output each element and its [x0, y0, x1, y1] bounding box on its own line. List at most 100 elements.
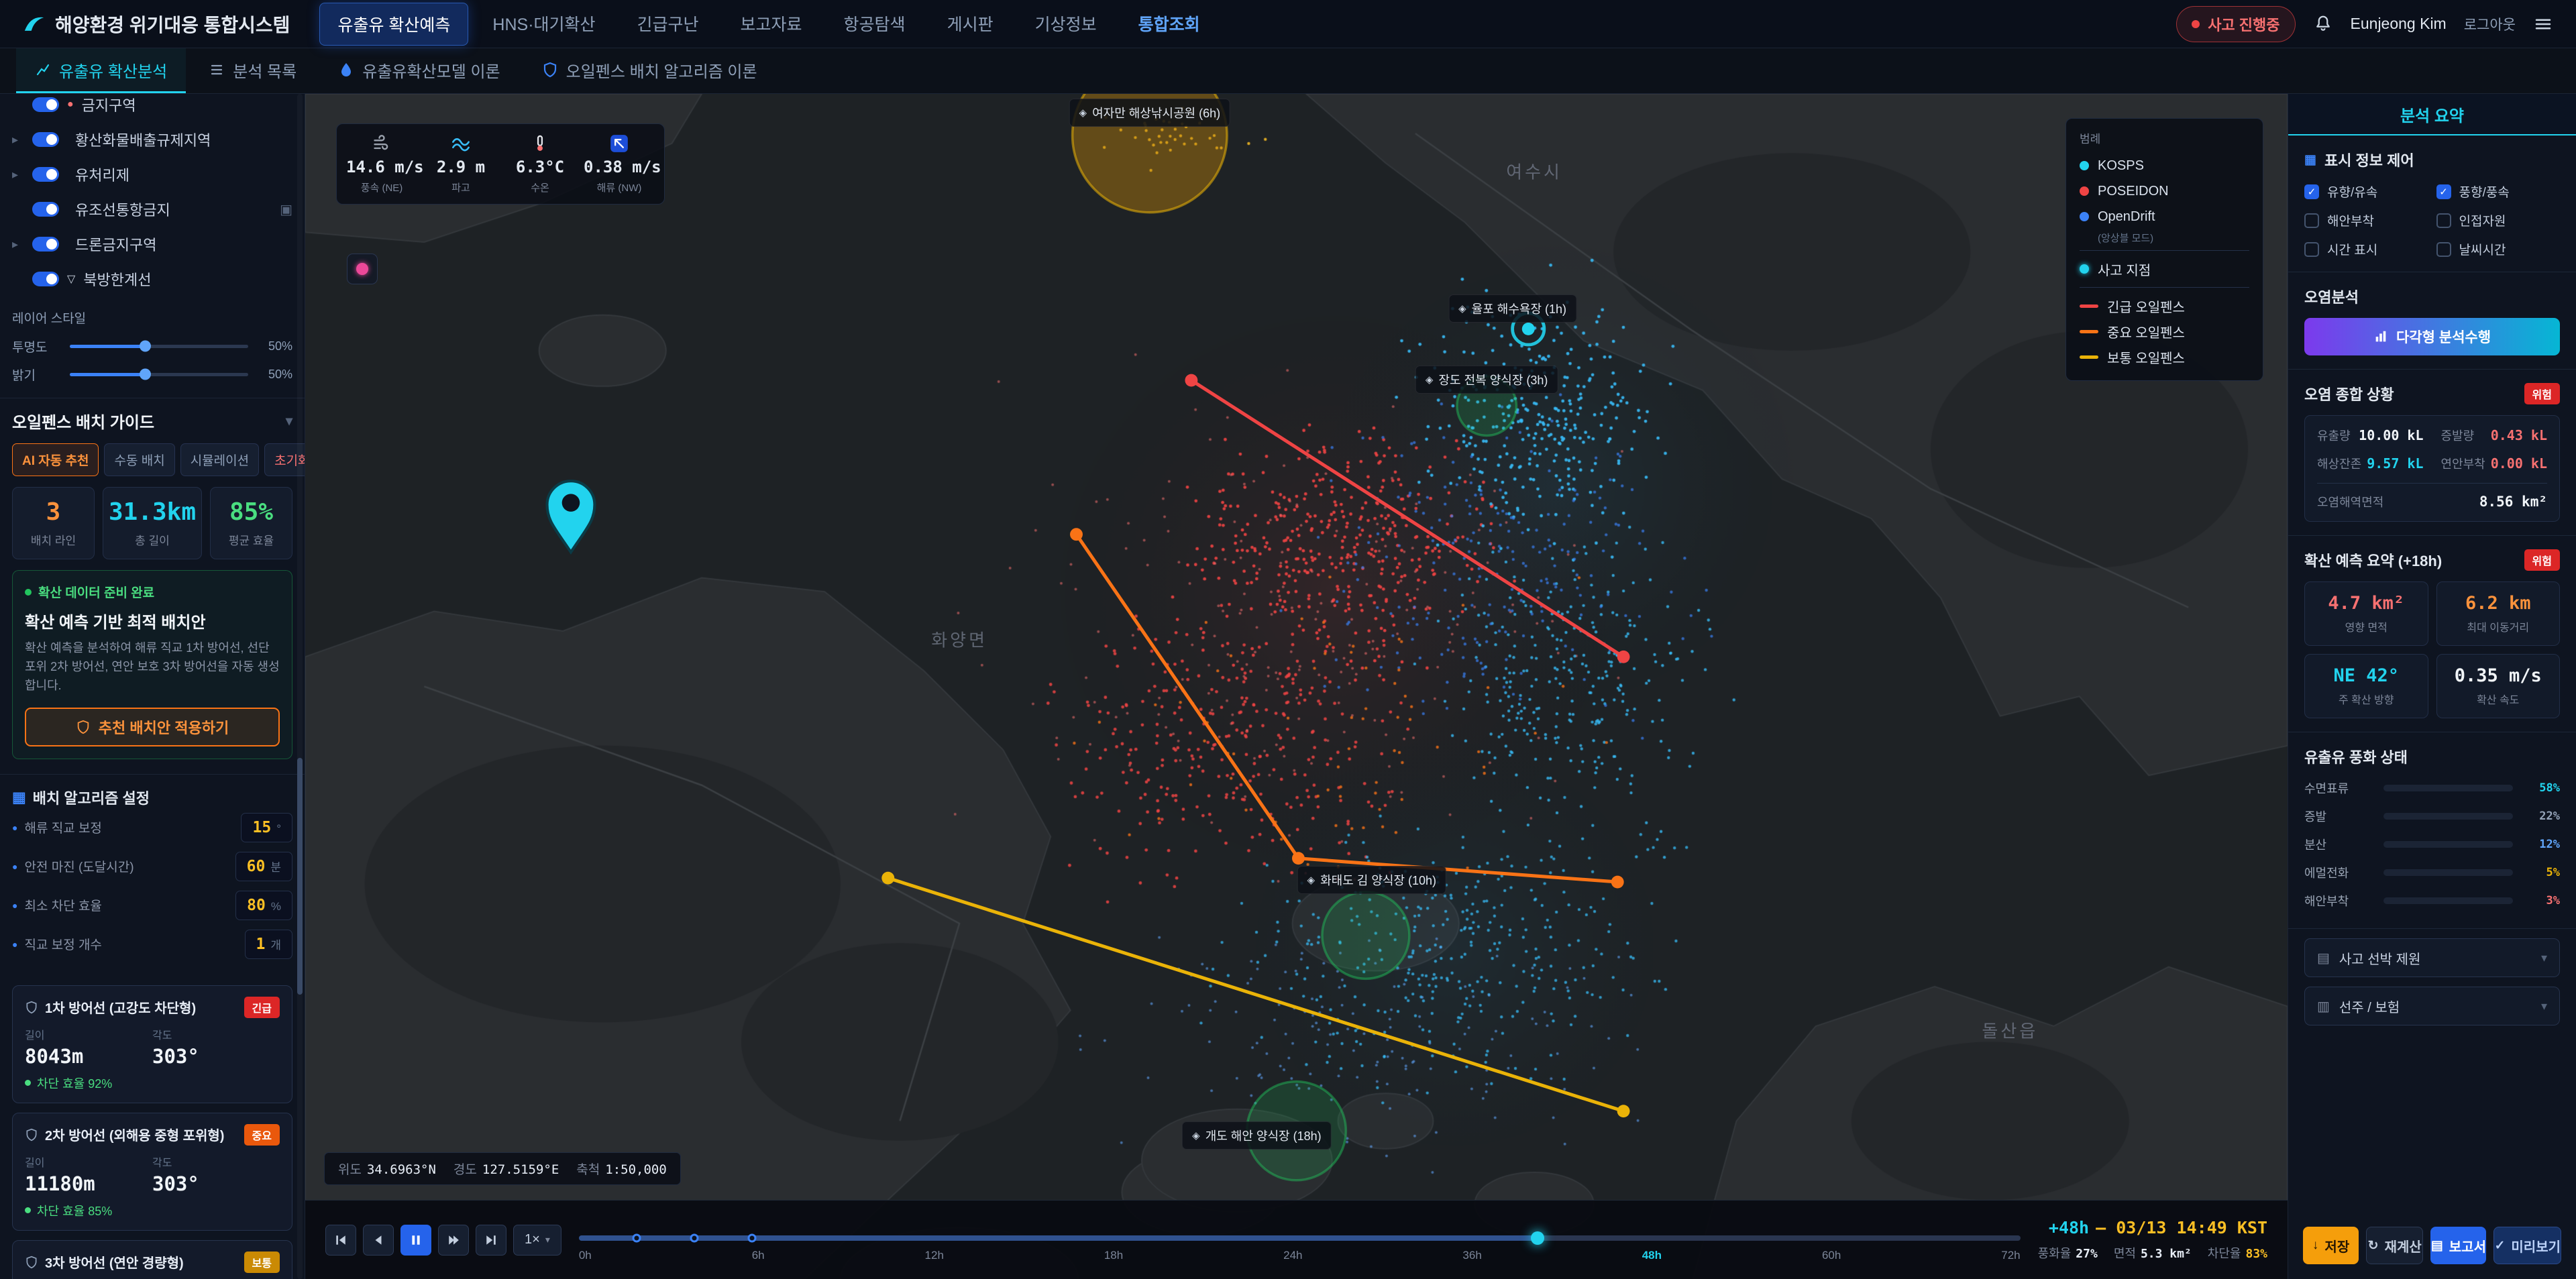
timeline-event-marker[interactable]: [747, 1233, 756, 1242]
main-menu-item[interactable]: 게시판: [930, 3, 1011, 46]
layer-tree-row[interactable]: ▽ 북방한계선: [0, 262, 305, 296]
model-dot-icon: [2080, 161, 2089, 170]
action-button[interactable]: ↻ 재계산: [2366, 1227, 2423, 1264]
guide-stat-card: 31.3km 총 길이: [103, 487, 202, 559]
vessel-specs-section[interactable]: ▤ 사고 선박 제원 ▾: [2304, 938, 2560, 977]
layer-tree-row[interactable]: ▸ 드론금지구역: [0, 227, 305, 262]
map-poi-marker[interactable]: ◈ 율포 해수욕장 (1h): [1448, 294, 1576, 323]
map-poi-marker[interactable]: ◈ 화태도 김 양식장 (10h): [1297, 866, 1447, 894]
algo-value-stepper[interactable]: 1개: [245, 930, 293, 959]
display-option-checkbox[interactable]: ✓ 날씨시간: [2436, 240, 2561, 258]
slider-track[interactable]: [70, 373, 248, 376]
guide-mode-tab[interactable]: AI 자동 추천: [12, 443, 99, 476]
action-icon: ↓: [2312, 1238, 2319, 1253]
action-button[interactable]: ▤ 보고서: [2430, 1227, 2486, 1264]
timeline-knob[interactable]: [1531, 1231, 1544, 1245]
display-option-checkbox[interactable]: ✓ 인접자원: [2436, 211, 2561, 229]
timeline-event-marker[interactable]: [690, 1233, 698, 1242]
chevron-down-icon[interactable]: ▾: [286, 412, 292, 429]
slider-track[interactable]: [70, 345, 248, 348]
main-menu-item[interactable]: 긴급구난: [620, 3, 716, 46]
playback-speed-select[interactable]: 1×▾: [513, 1225, 561, 1256]
timeline-track[interactable]: [579, 1235, 2021, 1241]
map-poi-marker[interactable]: ◈ 개도 해안 양식장 (18h): [1182, 1121, 1332, 1150]
main-menu-item[interactable]: 기상정보: [1018, 3, 1114, 46]
current-arrow-icon: [610, 134, 629, 153]
display-option-checkbox[interactable]: ✓ 시간 표시: [2304, 240, 2428, 258]
main-menu-item[interactable]: 유출유 확산예측: [319, 3, 468, 46]
fence-line-icon: [2080, 330, 2098, 333]
owner-insurance-section[interactable]: ▥ 선주 / 보험 ▾: [2304, 987, 2560, 1025]
tab-boom-algorithm-theory[interactable]: 오일펜스 배치 알고리즘 이론: [523, 48, 776, 93]
map-poi-marker[interactable]: ◈ 여자만 해상낚시공원 (6h): [1069, 99, 1231, 127]
legend-incident-row: 사고 지점: [2080, 256, 2249, 282]
layer-style-slider: 투명도 50%: [0, 332, 305, 360]
chevron-right-icon: ▸: [12, 168, 24, 182]
layer-marker-icon: ▽: [67, 272, 75, 286]
action-button[interactable]: ✓ 미리보기: [2493, 1227, 2561, 1264]
main-menu-item[interactable]: 항공탐색: [826, 3, 923, 46]
guide-mode-tab[interactable]: 시뮬레이션: [180, 443, 259, 476]
skip-start-button[interactable]: [325, 1225, 356, 1256]
analysis-summary-tab[interactable]: 분석 요약: [2288, 94, 2576, 135]
display-option-checkbox[interactable]: ✓ 유향/유속: [2304, 182, 2428, 201]
poi-icon: ◈: [1192, 1129, 1200, 1142]
chart-bars-icon: [2373, 329, 2388, 344]
logout-link[interactable]: 로그아웃: [2464, 14, 2516, 34]
algo-value-stepper[interactable]: 15°: [241, 813, 292, 842]
incident-in-progress-badge[interactable]: 사고 진행중: [2176, 6, 2295, 42]
hamburger-menu-icon[interactable]: [2533, 14, 2553, 34]
algo-value-stepper[interactable]: 60분: [235, 852, 292, 881]
map-view[interactable]: 여수시화양면돌산읍 ◈ 여자만 해상낚시공원 (6h) ◈ 율포 해수욕장 (1…: [305, 94, 2288, 1279]
ensemble-mode-note: (앙상블 모드): [2098, 231, 2249, 245]
defense-line-card[interactable]: 2차 방어선 (외해용 중형 포위형) 중요 길이11180m 각도303° 차…: [12, 1113, 292, 1231]
layer-tree-row[interactable]: ▸ 황산화물배출규제지역: [0, 122, 305, 157]
step-back-button[interactable]: [363, 1225, 394, 1256]
fence-line-icon: [2080, 355, 2098, 359]
algo-value-stepper[interactable]: 80%: [235, 891, 292, 920]
bell-icon[interactable]: [2313, 14, 2333, 34]
main-menu-item[interactable]: 보고자료: [723, 3, 820, 46]
main-menu-item[interactable]: HNS·대기확산: [475, 3, 612, 46]
fast-forward-button[interactable]: [438, 1225, 469, 1256]
layer-toggle[interactable]: [32, 132, 59, 147]
timeline-tick-label: 24h: [1283, 1249, 1302, 1262]
map-poi-marker[interactable]: ◈ 장도 전복 양식장 (3h): [1415, 366, 1558, 394]
layer-toggle[interactable]: [32, 202, 59, 217]
layer-toggle[interactable]: [32, 237, 59, 252]
tab-analysis-list[interactable]: 분석 목록: [190, 48, 315, 93]
layer-toggle[interactable]: [32, 272, 59, 286]
map-legend: 범례 KOSPS POSEIDON OpenDrift (앙상블 모드) 사고 …: [2065, 118, 2263, 381]
layer-tree-row[interactable]: ▸ 유처리제: [0, 157, 305, 192]
main-menu-item[interactable]: 통합조회: [1121, 3, 1218, 46]
app-title: 해양환경 위기대응 통합시스템: [55, 11, 290, 38]
polygon-analysis-button[interactable]: 다각형 분석수행: [2304, 318, 2560, 355]
apply-recommendation-button[interactable]: 추천 배치안 적용하기: [25, 708, 280, 746]
defense-angle: 303°: [152, 1172, 280, 1195]
layer-toggle[interactable]: [32, 167, 59, 182]
guide-mode-tab[interactable]: 수동 배치: [104, 443, 174, 476]
chevron-right-icon: ▸: [12, 237, 24, 252]
alert-dot-icon: [2192, 20, 2200, 28]
skip-end-button[interactable]: [476, 1225, 506, 1256]
action-button[interactable]: ↓ 저장: [2303, 1227, 2359, 1264]
tab-spill-analysis[interactable]: 유출유 확산분석: [16, 48, 186, 93]
left-panel-scrollbar[interactable]: [297, 94, 303, 1279]
weathering-bar-row: 에멀전화 5%: [2304, 858, 2560, 887]
layer-tree-row[interactable]: ● 금지구역: [0, 94, 305, 122]
clock-time: — 03/13 14:49 KST: [2096, 1218, 2267, 1237]
display-option-checkbox[interactable]: ✓ 해안부착: [2304, 211, 2428, 229]
bullet-icon: ●: [12, 861, 17, 872]
user-name[interactable]: Eunjeong Kim: [2351, 15, 2447, 33]
defense-line-card[interactable]: 1차 방어선 (고강도 차단형) 긴급 길이8043m 각도303° 차단 효율…: [12, 985, 292, 1103]
layer-toggle[interactable]: [32, 97, 59, 112]
tab-model-theory[interactable]: 유출유확산모델 이론: [319, 48, 519, 93]
layer-tree-row[interactable]: 유조선통항금지 ▣: [0, 192, 305, 227]
defense-line-card[interactable]: 3차 방어선 (연안 경량형) 보통 길이12065m 각도288° 차단 효율…: [12, 1240, 292, 1279]
map-draw-tool-button[interactable]: [347, 254, 378, 284]
timeline-bar: 1×▾ 0h6h12h18h24h36h48h60h72h +48h— 03/1…: [305, 1200, 2288, 1279]
timeline-event-marker[interactable]: [632, 1233, 641, 1242]
display-option-checkbox[interactable]: ✓ 풍향/풍속: [2436, 182, 2561, 201]
checkbox-icon: ✓: [2304, 242, 2319, 257]
pause-button[interactable]: [400, 1225, 431, 1256]
